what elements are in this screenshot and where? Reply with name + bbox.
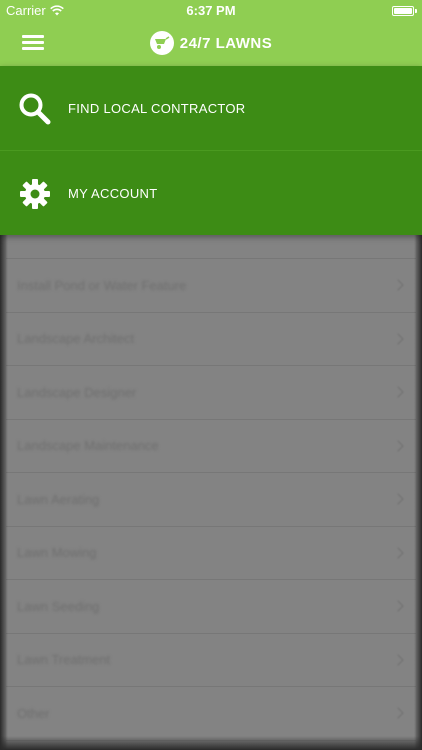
search-icon — [19, 93, 51, 125]
list-item-label: Landscape Designer — [17, 384, 137, 400]
chevron-right-icon — [392, 707, 404, 719]
chevron-right-icon — [392, 386, 404, 398]
chevron-right-icon — [392, 654, 404, 666]
status-bar: Carrier 6:37 PM — [0, 0, 422, 22]
gear-icon — [20, 179, 50, 209]
list-item-partial — [6, 235, 416, 259]
edge-shadow — [0, 736, 422, 750]
clock: 6:37 PM — [186, 3, 236, 18]
list-item[interactable]: Lawn Aerating — [6, 473, 416, 527]
chevron-right-icon — [392, 279, 404, 291]
list-item-label: Lawn Mowing — [17, 545, 97, 561]
app-logo: 24/7 LAWNS — [0, 31, 422, 55]
chevron-right-icon — [392, 333, 404, 345]
edge-shadow — [0, 235, 8, 750]
logo-text: 24/7 LAWNS — [179, 34, 273, 52]
list-item[interactable]: Install Pond or Water Feature — [6, 259, 416, 313]
nav-bar: 24/7 LAWNS — [0, 22, 422, 66]
list-item[interactable]: Other — [6, 687, 416, 741]
drawer-menu: FIND LOCAL CONTRACTOR MY ACCOUNT — [0, 66, 422, 235]
drawer-item-my-account[interactable]: MY ACCOUNT — [0, 150, 422, 235]
edge-shadow — [414, 235, 422, 750]
list-item-label: Lawn Treatment — [17, 652, 111, 668]
dimmed-service-list[interactable]: Install Pond or Water Feature Landscape … — [0, 235, 422, 750]
list-item[interactable]: Landscape Architect — [6, 313, 416, 366]
list-item[interactable]: Lawn Treatment — [6, 634, 416, 687]
list-item-label: Install Pond or Water Feature — [17, 277, 187, 293]
wheelbarrow-icon — [149, 31, 174, 55]
drawer-item-find-local-contractor[interactable]: FIND LOCAL CONTRACTOR — [0, 66, 422, 150]
service-list: Install Pond or Water Feature Landscape … — [6, 235, 416, 750]
list-item-label: Landscape Architect — [17, 331, 135, 347]
list-item-label: Lawn Aerating — [17, 491, 100, 507]
chevron-right-icon — [392, 547, 404, 559]
chevron-right-icon — [392, 440, 404, 452]
chevron-right-icon — [392, 493, 404, 505]
drawer-item-label: FIND LOCAL CONTRACTOR — [68, 100, 246, 116]
list-item-label: Landscape Maintenance — [17, 438, 159, 454]
list-item-label: Other — [17, 705, 50, 721]
list-item[interactable]: Lawn Mowing — [6, 527, 416, 580]
list-item[interactable]: Lawn Seeding — [6, 580, 416, 634]
drawer-item-label: MY ACCOUNT — [68, 185, 158, 201]
list-item[interactable]: Landscape Maintenance — [6, 420, 416, 473]
list-item[interactable]: Landscape Designer — [6, 366, 416, 420]
list-item-label: Lawn Seeding — [17, 598, 100, 614]
battery-icon — [392, 6, 417, 16]
chevron-right-icon — [392, 600, 404, 612]
